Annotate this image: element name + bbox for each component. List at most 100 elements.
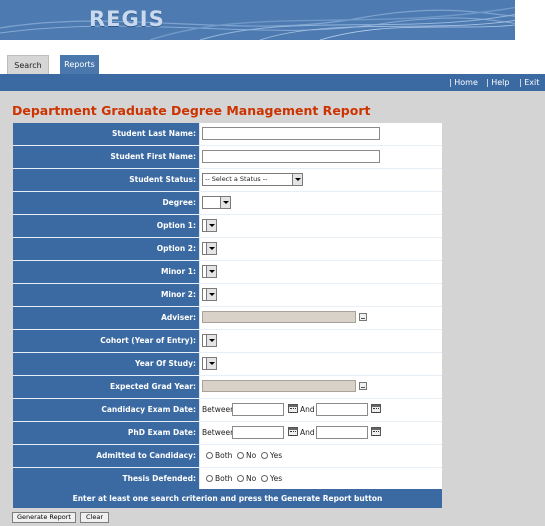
candidacy-end-date-input[interactable] (316, 403, 368, 416)
expected-grad-input[interactable] (202, 380, 356, 392)
phd-end-date-input[interactable] (316, 426, 368, 439)
option1-label: Option 1: (13, 215, 199, 237)
phd-and-text: And (300, 428, 315, 437)
phd-exam-label: PhD Exam Date: (13, 422, 199, 444)
row-minor2: Minor 2: (13, 284, 442, 307)
row-first-name: Student First Name: (13, 146, 442, 169)
row-last-name: Student Last Name: (13, 123, 442, 146)
thesis-label: Thesis Defended: (13, 468, 199, 490)
chevron-down-icon (206, 266, 216, 277)
admitted-no-radio[interactable] (237, 452, 244, 459)
chevron-down-icon (206, 220, 216, 231)
phd-exam-cell: Between And (199, 422, 442, 444)
thesis-yes-label: Yes (270, 474, 283, 483)
option2-cell (199, 238, 442, 260)
header-banner: REGIS (0, 0, 545, 40)
degree-cell (199, 192, 442, 214)
tab-reports[interactable]: Reports (60, 55, 99, 74)
minor2-select[interactable] (202, 288, 217, 301)
row-adviser: Adviser: (13, 307, 442, 330)
last-name-cell (199, 123, 442, 145)
thesis-yes-radio[interactable] (261, 475, 268, 482)
nav-exit-link[interactable]: | Exit (519, 74, 539, 91)
clear-button[interactable]: Clear (80, 512, 109, 523)
minor1-label: Minor 1: (13, 261, 199, 283)
minor2-label: Minor 2: (13, 284, 199, 306)
nav-home-link[interactable]: | Home (449, 74, 478, 91)
page-title: Department Graduate Degree Management Re… (12, 103, 371, 118)
app-logo: REGIS (89, 7, 165, 31)
thesis-no-label: No (246, 474, 257, 483)
admitted-no-label: No (246, 451, 257, 460)
last-name-label: Student Last Name: (13, 123, 199, 145)
minor2-cell (199, 284, 442, 306)
calendar-icon[interactable] (371, 404, 381, 413)
year-of-study-select[interactable] (202, 357, 217, 370)
row-phd-exam: PhD Exam Date: Between And (13, 422, 442, 445)
row-admitted: Admitted to Candidacy: Both No Yes (13, 445, 442, 468)
admitted-yes-label: Yes (270, 451, 283, 460)
candidacy-between-text: Between (202, 405, 235, 414)
tab-bar: Search Reports (0, 40, 545, 74)
nav-help-link[interactable]: | Help (486, 74, 509, 91)
row-thesis: Thesis Defended: Both No Yes (13, 468, 442, 491)
candidacy-start-date-input[interactable] (232, 403, 284, 416)
phd-between-text: Between (202, 428, 235, 437)
row-year-of-study: Year Of Study: (13, 353, 442, 376)
minor1-cell (199, 261, 442, 283)
adviser-label: Adviser: (13, 307, 199, 329)
chevron-down-icon (206, 289, 216, 300)
admitted-yes-radio[interactable] (261, 452, 268, 459)
row-degree: Degree: (13, 192, 442, 215)
option1-select[interactable] (202, 219, 217, 232)
row-cohort: Cohort (Year of Entry): (13, 330, 442, 353)
chevron-down-icon (206, 243, 216, 254)
option2-label: Option 2: (13, 238, 199, 260)
thesis-cell: Both No Yes (199, 468, 442, 490)
degree-select[interactable] (202, 196, 231, 209)
chevron-down-icon (206, 335, 216, 346)
thesis-no-radio[interactable] (237, 475, 244, 482)
phd-start-date-input[interactable] (232, 426, 284, 439)
status-select[interactable]: -- Select a Status -- (202, 173, 303, 186)
cohort-select[interactable] (202, 334, 217, 347)
first-name-input[interactable] (202, 150, 380, 163)
adviser-cell (199, 307, 442, 329)
calendar-icon[interactable] (288, 427, 298, 436)
thesis-both-label: Both (215, 474, 233, 483)
minor1-select[interactable] (202, 265, 217, 278)
cohort-cell (199, 330, 442, 352)
row-option1: Option 1: (13, 215, 442, 238)
footer-instructions: Enter at least one search criterion and … (13, 489, 442, 508)
admitted-label: Admitted to Candidacy: (13, 445, 199, 467)
nav-bar: | Home | Help | Exit (0, 74, 545, 91)
status-select-value: -- Select a Status -- (205, 175, 268, 183)
chevron-down-icon (220, 197, 230, 208)
expected-grad-label: Expected Grad Year: (13, 376, 199, 398)
cohort-label: Cohort (Year of Entry): (13, 330, 199, 352)
generate-report-button[interactable]: Generate Report (12, 512, 76, 523)
banner-edge (515, 0, 545, 40)
option2-select[interactable] (202, 242, 217, 255)
admitted-both-radio[interactable] (206, 452, 213, 459)
calendar-icon[interactable] (371, 427, 381, 436)
expected-grad-lookup-icon[interactable] (359, 382, 367, 390)
year-of-study-cell (199, 353, 442, 375)
first-name-cell (199, 146, 442, 168)
banner-wave-graphic (0, 1, 545, 40)
admitted-both-label: Both (215, 451, 233, 460)
row-candidacy-exam: Candidacy Exam Date: Between And (13, 399, 442, 422)
thesis-both-radio[interactable] (206, 475, 213, 482)
last-name-input[interactable] (202, 127, 380, 140)
first-name-label: Student First Name: (13, 146, 199, 168)
row-expected-grad: Expected Grad Year: (13, 376, 442, 399)
option1-cell (199, 215, 442, 237)
year-of-study-label: Year Of Study: (13, 353, 199, 375)
adviser-lookup-icon[interactable] (359, 313, 367, 321)
tab-search[interactable]: Search (7, 55, 49, 74)
candidacy-exam-label: Candidacy Exam Date: (13, 399, 199, 421)
row-minor1: Minor 1: (13, 261, 442, 284)
calendar-icon[interactable] (288, 404, 298, 413)
adviser-input[interactable] (202, 311, 356, 323)
degree-label: Degree: (13, 192, 199, 214)
